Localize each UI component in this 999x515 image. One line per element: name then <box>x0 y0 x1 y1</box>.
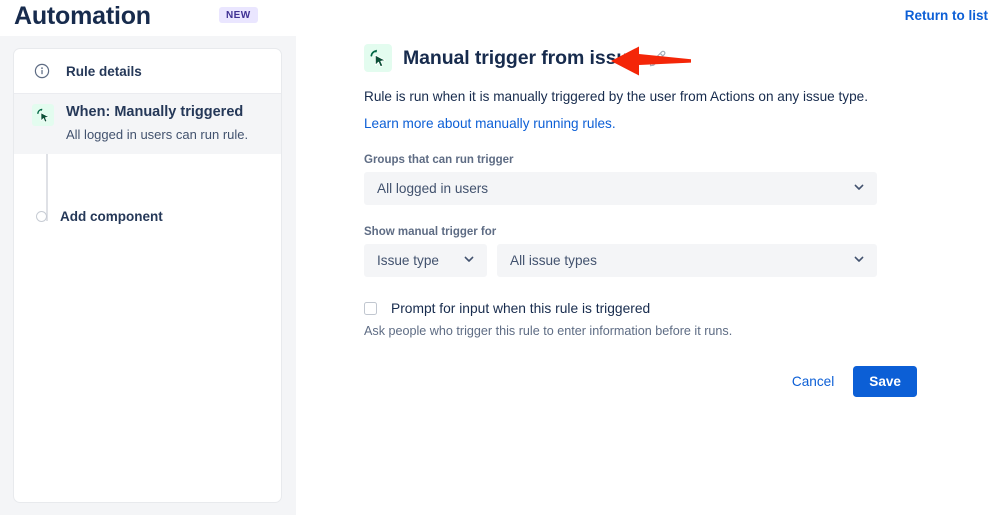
save-button[interactable]: Save <box>853 366 917 397</box>
rule-chain-card: Rule details When: Manually triggered Al… <box>13 48 282 503</box>
sidebar-item-rule-details[interactable]: Rule details <box>14 49 281 94</box>
sidebar-item-rule-details-label: Rule details <box>66 63 142 79</box>
trigger-type-select-value: Issue type <box>377 253 439 268</box>
step-title: When: Manually triggered <box>66 104 244 120</box>
trigger-description: Rule is run when it is manually triggere… <box>364 89 868 104</box>
groups-select[interactable]: All logged in users <box>364 172 877 205</box>
page-header: Automation NEW Return to list <box>0 0 999 36</box>
add-component-label: Add component <box>60 208 163 224</box>
return-to-list-link[interactable]: Return to list <box>905 8 988 23</box>
trigger-scope-select-value: All issue types <box>510 253 597 268</box>
trigger-config-panel: Manual trigger from issue Rule is run wh… <box>364 44 964 397</box>
form-actions: Cancel Save <box>364 366 917 397</box>
learn-more-link[interactable]: Learn more about manually running rules. <box>364 116 616 131</box>
prompt-for-input-row[interactable]: Prompt for input when this rule is trigg… <box>364 301 964 316</box>
groups-select-value: All logged in users <box>377 181 489 196</box>
prompt-for-input-label: Prompt for input when this rule is trigg… <box>391 301 651 316</box>
cancel-button[interactable]: Cancel <box>781 367 845 396</box>
manual-trigger-cursor-icon <box>32 104 54 126</box>
empty-circle-icon <box>36 210 47 222</box>
groups-field-label: Groups that can run trigger <box>364 154 514 166</box>
chevron-down-icon <box>853 181 865 196</box>
trigger-scope-select[interactable]: All issue types <box>497 244 877 277</box>
manual-trigger-cursor-icon <box>364 44 392 72</box>
chevron-down-icon <box>463 253 475 268</box>
info-circle-icon <box>32 62 51 81</box>
chevron-down-icon <box>853 253 865 268</box>
show-trigger-selects: Issue type All issue types <box>364 244 964 277</box>
prompt-for-input-checkbox[interactable] <box>364 302 377 315</box>
show-trigger-field-label: Show manual trigger for <box>364 226 497 238</box>
sidebar-item-add-component[interactable]: Add component <box>14 201 281 231</box>
step-text-group: When: Manually triggered All logged in u… <box>66 103 248 143</box>
trigger-title: Manual trigger from issue <box>403 46 639 69</box>
pencil-icon[interactable] <box>648 49 667 68</box>
step-subtitle: All logged in users can run rule. <box>66 127 249 142</box>
automation-rule-editor-page: Automation NEW Return to list Rule detai… <box>0 0 999 515</box>
trigger-header: Manual trigger from issue <box>364 44 964 76</box>
page-title: Automation <box>14 2 151 30</box>
prompt-for-input-help: Ask people who trigger this rule to ente… <box>364 324 733 338</box>
sidebar-item-when-manually-triggered[interactable]: When: Manually triggered All logged in u… <box>14 94 281 154</box>
new-badge: NEW <box>219 7 258 23</box>
trigger-type-select[interactable]: Issue type <box>364 244 487 277</box>
rule-step-tree: When: Manually triggered All logged in u… <box>14 94 281 231</box>
